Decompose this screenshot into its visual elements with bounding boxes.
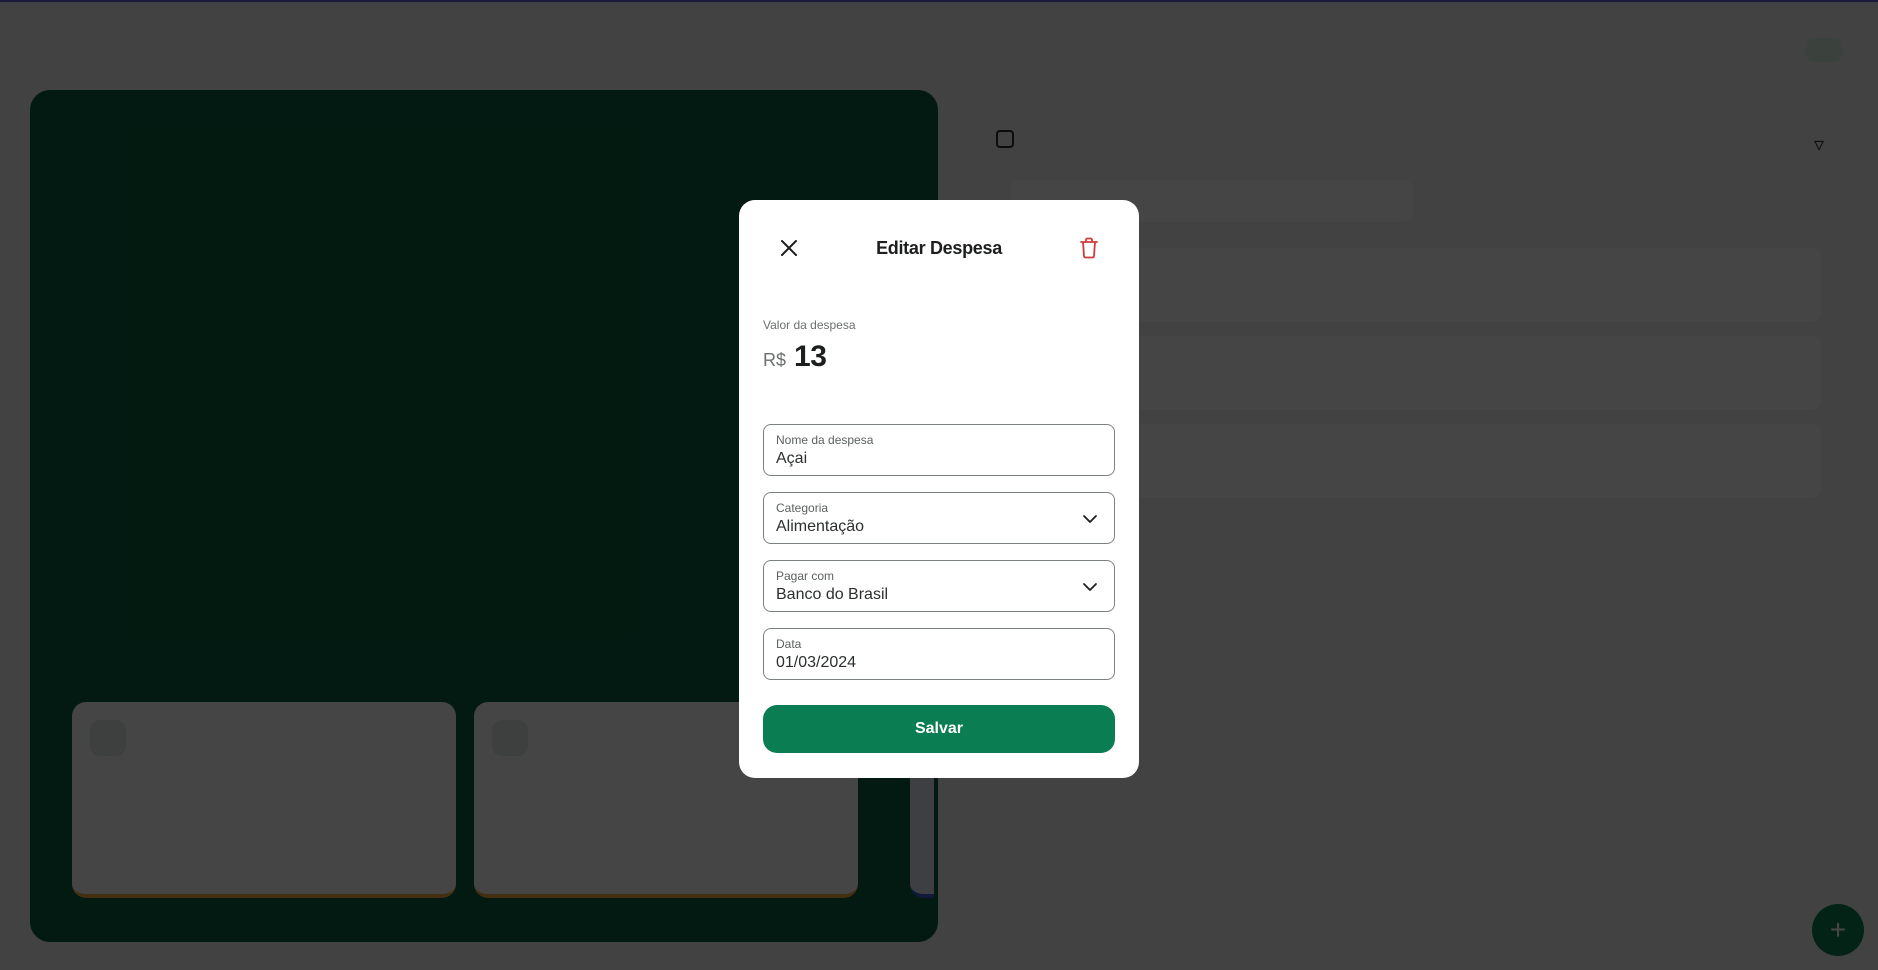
field-label: Categoria bbox=[776, 501, 829, 515]
currency-symbol: R$ bbox=[763, 350, 787, 370]
field-label: Pagar com bbox=[776, 569, 835, 583]
category-select[interactable]: Categoria Alimentação bbox=[763, 492, 1115, 544]
field-value: Alimentação bbox=[776, 518, 865, 535]
field-label: Nome da despesa bbox=[776, 433, 874, 447]
field-value[interactable]: 01/03/2024 bbox=[776, 654, 856, 672]
pay-with-select[interactable]: Pagar com Banco do Brasil bbox=[763, 560, 1115, 612]
expense-amount[interactable]: 13 bbox=[794, 340, 827, 374]
edit-expense-modal: Editar Despesa Valor da despesa R$ 13 No… bbox=[739, 200, 1139, 778]
save-button[interactable]: Salvar bbox=[763, 705, 1115, 753]
chevron-down-icon[interactable] bbox=[1082, 579, 1098, 595]
chevron-down-icon[interactable] bbox=[1082, 511, 1098, 527]
date-field[interactable]: Data 01/03/2024 bbox=[763, 628, 1115, 680]
field-value[interactable]: Açai bbox=[776, 450, 807, 468]
trash-icon[interactable] bbox=[1075, 234, 1103, 262]
field-label: Data bbox=[776, 637, 802, 651]
expense-name-field[interactable]: Nome da despesa Açai bbox=[763, 424, 1115, 476]
field-value: Banco do Brasil bbox=[776, 586, 889, 603]
expense-value-label: Valor da despesa bbox=[763, 318, 856, 332]
expense-value[interactable]: R$ 13 bbox=[763, 340, 827, 374]
